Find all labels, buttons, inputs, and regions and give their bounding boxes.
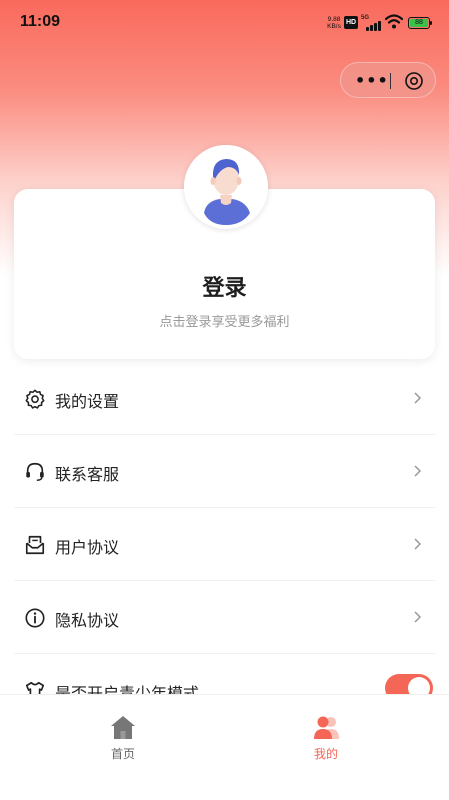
- user-icon: [314, 716, 339, 739]
- more-dots-icon[interactable]: •••: [355, 71, 389, 90]
- close-circle-icon[interactable]: [404, 71, 424, 91]
- network-speed-unit: KB/s: [327, 23, 341, 30]
- chevron-right-icon: [414, 538, 422, 550]
- gear-icon: [25, 389, 45, 409]
- tab-bar: 首页 我的: [0, 694, 449, 800]
- menu-item-label: 联系客服: [55, 465, 120, 484]
- battery-level: 88: [410, 19, 428, 27]
- menu-item-settings[interactable]: 我的设置: [14, 362, 435, 435]
- agreement-icon: [25, 535, 45, 555]
- headset-icon: [26, 462, 44, 481]
- login-title[interactable]: 登录: [0, 270, 449, 302]
- menu-item-user-agreement[interactable]: 用户协议: [14, 508, 435, 581]
- hd-badge: HD: [344, 16, 358, 29]
- menu-item-privacy-policy[interactable]: 隐私协议: [14, 581, 435, 654]
- network-speed-value: 9.88: [327, 16, 341, 23]
- info-icon: [25, 608, 45, 628]
- tab-label: 首页: [110, 747, 135, 761]
- wifi-icon: [385, 14, 403, 29]
- default-avatar-icon[interactable]: [184, 145, 268, 229]
- chevron-right-icon: [414, 392, 422, 404]
- chevron-right-icon: [414, 465, 422, 477]
- home-icon: [111, 716, 135, 739]
- tab-label: 我的: [313, 747, 338, 761]
- menu-item-label: 用户协议: [55, 538, 120, 557]
- menu-item-label: 我的设置: [55, 392, 120, 411]
- login-subtitle: 点击登录享受更多福利: [159, 315, 290, 330]
- tab-mine[interactable]: 我的: [296, 713, 356, 762]
- chevron-right-icon: [414, 611, 422, 623]
- network-speed: 9.88 KB/s: [324, 16, 344, 30]
- menu-item-customer-service[interactable]: 联系客服: [14, 435, 435, 508]
- status-bar: 11:09 9.88 KB/s HD 5G 88: [0, 0, 449, 44]
- capsule-divider: [390, 73, 391, 89]
- tab-home[interactable]: 首页: [93, 713, 153, 762]
- miniprogram-capsule: •••: [340, 62, 436, 98]
- battery-icon: 88: [408, 17, 432, 29]
- cellular-signal-icon: 5G: [361, 15, 381, 31]
- status-time: 11:09: [20, 13, 61, 30]
- network-type: 5G: [361, 15, 370, 21]
- menu-item-label: 隐私协议: [55, 611, 120, 630]
